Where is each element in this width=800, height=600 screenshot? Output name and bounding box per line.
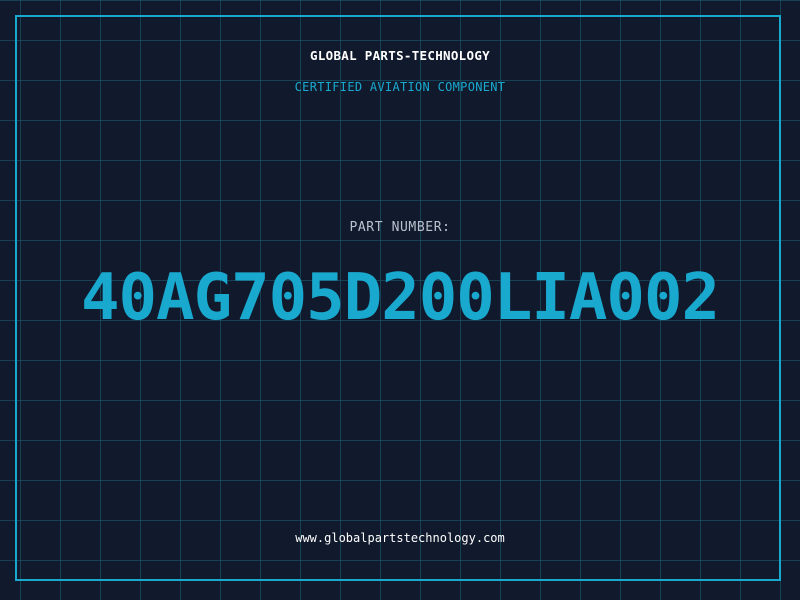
part-card: GLOBAL PARTS-TECHNOLOGY CERTIFIED AVIATI… — [0, 0, 800, 600]
website-url: www.globalpartstechnology.com — [295, 531, 505, 545]
company-name: GLOBAL PARTS-TECHNOLOGY — [310, 48, 490, 63]
certification-tagline: CERTIFIED AVIATION COMPONENT — [294, 80, 506, 94]
part-number-label: PART NUMBER: — [349, 220, 451, 235]
part-number-value: 40AG705D200LIA002 — [80, 261, 720, 335]
